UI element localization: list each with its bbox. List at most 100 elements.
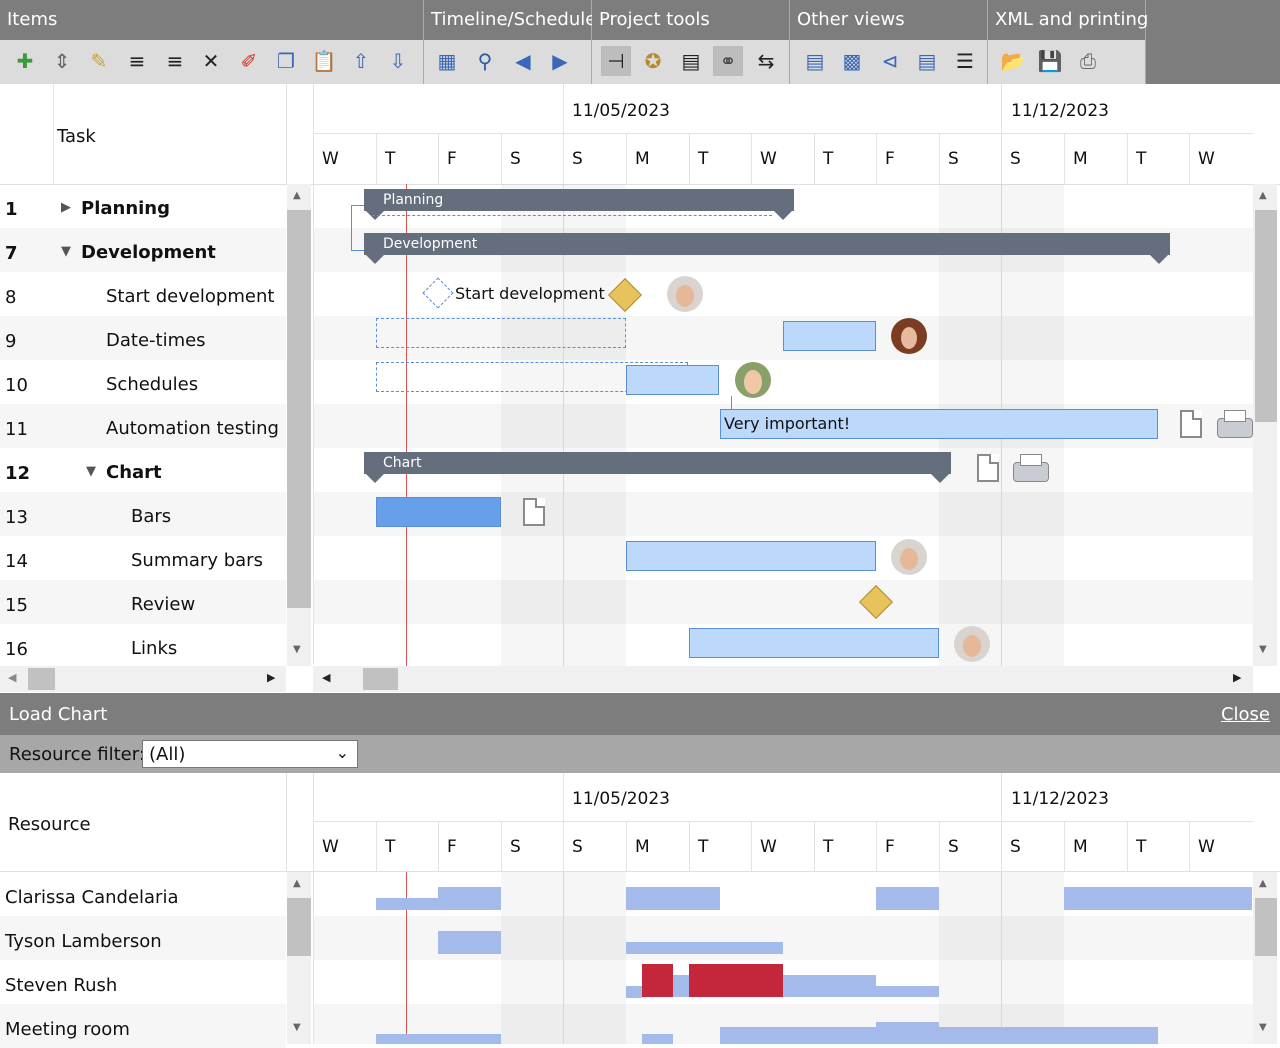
scrollbar-thumb[interactable] <box>1255 898 1277 956</box>
scroll-down-icon[interactable]: ▼ <box>1259 644 1267 655</box>
resource-avatar <box>891 318 927 354</box>
task-bar-automation-testing[interactable]: Very important! <box>720 409 1158 439</box>
summary-bar-chart[interactable]: Chart <box>364 452 951 483</box>
row-number: 15 <box>5 595 28 616</box>
collapse-icon[interactable]: ▼ <box>61 244 71 259</box>
day-header: T <box>698 149 709 169</box>
scrollbar-thumb[interactable] <box>287 210 311 608</box>
ribbon-group-title: Items <box>7 9 58 30</box>
task-bar-links[interactable] <box>689 628 939 658</box>
scroll-down-icon[interactable]: ▼ <box>293 1022 301 1033</box>
move-up-icon[interactable]: ⇧ <box>346 46 376 76</box>
scrollbar-thumb[interactable] <box>28 668 55 690</box>
task-column-header[interactable]: Task <box>57 126 96 147</box>
filter-icon[interactable]: ✪ <box>638 46 668 76</box>
task-bar-bars[interactable] <box>376 497 501 527</box>
collapse-icon[interactable]: ▼ <box>86 464 96 479</box>
day-header: F <box>447 149 457 169</box>
row-number: 11 <box>5 419 28 440</box>
indent-icon[interactable]: ≡ <box>122 46 152 76</box>
chart-horizontal-scrollbar[interactable]: ◀ ▶ <box>313 666 1253 692</box>
day-header: S <box>948 837 959 857</box>
resource-grid-scrollbar[interactable]: ▲ ▼ <box>287 872 311 1044</box>
delete-icon[interactable]: ✕ <box>196 46 226 76</box>
scroll-up-icon[interactable]: ▲ <box>1259 190 1267 201</box>
task-grid-scrollbar[interactable]: ▲ ▼ <box>287 184 311 666</box>
copy-icon[interactable]: ❐ <box>271 46 301 76</box>
hierarchy-icon[interactable]: ▤ <box>912 46 942 76</box>
close-link[interactable]: Close <box>1221 704 1270 725</box>
task-name: Review <box>131 594 196 615</box>
edit-item-icon[interactable]: ✎ <box>84 46 114 76</box>
load-bar <box>376 1034 501 1044</box>
load-bar <box>876 986 939 997</box>
document-icon[interactable] <box>977 454 999 482</box>
outdent-icon[interactable]: ≡ <box>160 46 190 76</box>
add-item-icon[interactable]: ✚ <box>10 46 40 76</box>
chart-vertical-scrollbar[interactable]: ▲ ▼ <box>1253 184 1277 666</box>
load-bar <box>626 942 783 954</box>
load-bar <box>876 887 939 910</box>
scroll-down-icon[interactable]: ▼ <box>293 644 301 655</box>
printer-icon[interactable] <box>1013 452 1049 482</box>
scroll-up-icon[interactable]: ▲ <box>293 878 301 889</box>
task-bar-summary-bars[interactable] <box>626 541 876 571</box>
today-line <box>406 184 407 666</box>
task-name: Automation testing <box>106 418 279 439</box>
brush-icon[interactable]: ✐ <box>234 46 264 76</box>
calendar-icon[interactable]: ▦ <box>432 46 462 76</box>
swap-icon[interactable]: ⇆ <box>751 46 781 76</box>
move-down-icon[interactable]: ⇩ <box>383 46 413 76</box>
task-bar-date-times[interactable] <box>783 321 876 351</box>
resource-filter-value: (All) <box>149 744 186 765</box>
scroll-right-icon[interactable]: ▶ <box>267 671 275 684</box>
day-header: S <box>572 149 583 169</box>
scroll-up-icon[interactable]: ▲ <box>293 190 301 201</box>
scroll-left-icon[interactable]: ◀ <box>322 671 330 684</box>
people-icon[interactable]: ▤ <box>800 46 830 76</box>
summary-bar-planning[interactable]: Planning <box>364 189 794 220</box>
load-chart-vertical-scrollbar[interactable]: ▲ ▼ <box>1253 872 1277 1044</box>
document-icon[interactable] <box>523 498 545 526</box>
scroll-up-icon[interactable]: ▲ <box>1259 878 1267 889</box>
baseline-bar <box>376 318 626 348</box>
overload-bar <box>642 964 673 997</box>
save-icon[interactable]: 💾 <box>1035 46 1065 76</box>
scrollbar-thumb[interactable] <box>363 668 398 690</box>
schedule-icon[interactable]: ⊣ <box>601 46 631 76</box>
scroll-left-icon[interactable]: ◀ <box>508 46 538 76</box>
insert-item-icon[interactable]: ⇕ <box>47 46 77 76</box>
print-icon[interactable]: ⎙ <box>1073 46 1103 76</box>
resource-filter-select[interactable]: (All) ⌄ <box>142 740 358 768</box>
paste-icon[interactable]: 📋 <box>309 46 339 76</box>
scroll-down-icon[interactable]: ▼ <box>1259 1022 1267 1033</box>
network-icon[interactable]: ⊲ <box>875 46 905 76</box>
document-icon[interactable] <box>1180 410 1202 438</box>
expand-icon[interactable]: ▶ <box>61 200 71 215</box>
link-icon[interactable]: ⚭ <box>713 46 743 76</box>
day-header: W <box>322 149 339 169</box>
load-bar <box>438 887 501 910</box>
zoom-icon[interactable]: ⚲ <box>470 46 500 76</box>
open-folder-icon[interactable]: 📂 <box>998 46 1028 76</box>
gantt-header <box>0 84 1280 185</box>
bar-chart-icon[interactable]: ▩ <box>837 46 867 76</box>
row-number: 13 <box>5 507 28 528</box>
list-icon[interactable]: ☰ <box>950 46 980 76</box>
day-header: S <box>948 149 959 169</box>
row-number: 14 <box>5 551 28 572</box>
document-icon[interactable]: ▤ <box>676 46 706 76</box>
task-bar-schedules[interactable] <box>626 365 719 395</box>
scrollbar-thumb[interactable] <box>1255 210 1277 422</box>
resource-column-header[interactable]: Resource <box>8 814 91 835</box>
load-bar <box>720 1027 876 1044</box>
task-grid-horizontal-scrollbar[interactable]: ◀ ▶ <box>0 666 286 692</box>
scroll-right-icon[interactable]: ▶ <box>545 46 575 76</box>
scroll-left-icon[interactable]: ◀ <box>8 671 16 684</box>
scroll-right-icon[interactable]: ▶ <box>1233 671 1241 684</box>
scrollbar-thumb[interactable] <box>287 898 311 956</box>
day-header: T <box>1136 149 1147 169</box>
summary-bar-development[interactable]: Development <box>364 233 1170 264</box>
printer-icon[interactable] <box>1217 408 1253 438</box>
row-number: 1 <box>5 199 18 220</box>
